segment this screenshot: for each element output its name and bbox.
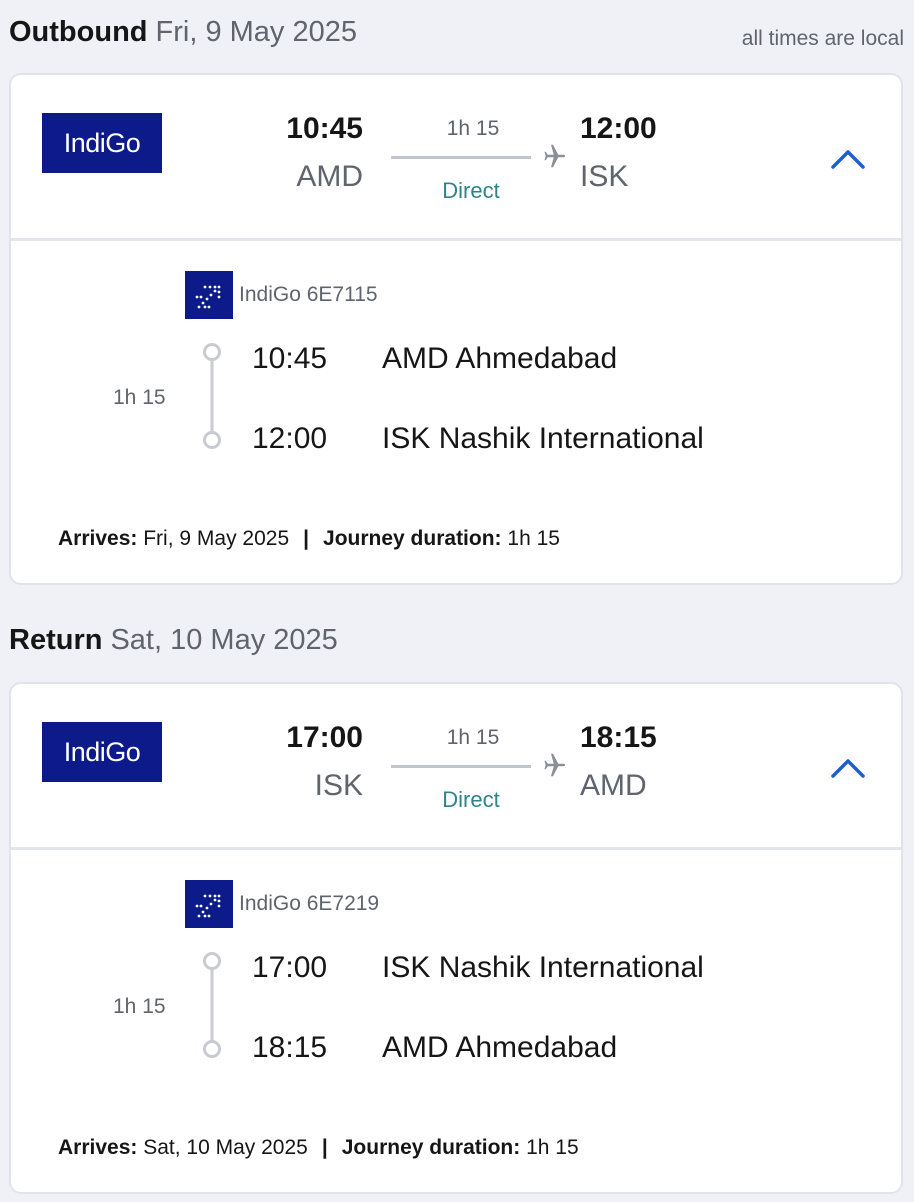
- arrival-code: ISK: [580, 160, 629, 193]
- return-title: Return Sat, 10 May 2025: [9, 622, 338, 658]
- departure-time: 17:00: [286, 721, 363, 754]
- outbound-label: Outbound: [9, 16, 148, 48]
- segment-duration: 1h 15: [113, 386, 166, 409]
- return-label: Return: [9, 624, 103, 656]
- segment-departure-time: 17:00: [252, 951, 328, 984]
- chevron-up-icon[interactable]: [823, 744, 873, 794]
- route-line: [391, 765, 531, 768]
- segment-departure-place: AMD Ahmedabad: [382, 342, 618, 375]
- stops-direct: Direct: [442, 178, 500, 203]
- journey-duration-value: 1h 15: [507, 527, 560, 550]
- return-date: Sat, 10 May 2025: [110, 624, 338, 656]
- return-summary[interactable]: IndiGo 17:00 ISK 1h 15 Direct 18:15 AMD: [11, 684, 901, 850]
- stops-direct: Direct: [442, 787, 500, 812]
- segment-departure-time: 10:45: [252, 342, 328, 375]
- arrival-time: 12:00: [580, 112, 657, 145]
- indigo-tail-logo: [185, 880, 233, 928]
- route-line: [391, 156, 531, 159]
- segment-arrival-place: AMD Ahmedabad: [382, 1031, 618, 1064]
- journey-duration-label: Journey duration:: [341, 1136, 521, 1159]
- outbound-summary[interactable]: IndiGo 10:45 AMD 1h 15 Direct 12:00 ISK: [11, 75, 901, 241]
- indigo-logo: IndiGo: [42, 722, 162, 782]
- flight-duration: 1h 15: [446, 117, 500, 140]
- journey-summary: Arrives: Sat, 10 May 2025 | Journey durati…: [58, 1133, 579, 1163]
- return-flight-card: IndiGo 17:00 ISK 1h 15 Direct 18:15 AMD …: [9, 682, 903, 1194]
- departure-code: ISK: [314, 769, 363, 802]
- outbound-title: Outbound Fri, 9 May 2025: [9, 14, 357, 50]
- segment-departure-place: ISK Nashik International: [382, 951, 704, 984]
- journey-summary: Arrives: Fri, 9 May 2025 | Journey duratio…: [58, 524, 560, 554]
- departure-time: 10:45: [286, 112, 363, 145]
- return-header: Return Sat, 10 May 2025: [9, 622, 904, 662]
- separator: |: [321, 1136, 328, 1159]
- segment-arrival-time: 18:15: [252, 1031, 328, 1064]
- segment-arrival-place: ISK Nashik International: [382, 422, 704, 455]
- arrives-label: Arrives:: [58, 527, 138, 550]
- airplane-icon: [544, 144, 566, 168]
- indigo-tail-logo: [185, 271, 233, 319]
- segment-arrival-time: 12:00: [252, 422, 328, 455]
- flight-number: IndiGo 6E7115: [239, 283, 378, 306]
- arrival-time: 18:15: [580, 721, 657, 754]
- arrives-value: Fri, 9 May 2025: [143, 527, 290, 550]
- timeline-icon: [203, 343, 221, 449]
- timeline-icon: [203, 952, 221, 1058]
- separator: |: [303, 527, 310, 550]
- arrives-value: Sat, 10 May 2025: [143, 1136, 308, 1159]
- flight-duration: 1h 15: [446, 726, 500, 749]
- journey-duration-label: Journey duration:: [323, 527, 502, 550]
- outbound-header: Outbound Fri, 9 May 2025 all times are lo…: [9, 14, 904, 54]
- outbound-date: Fri, 9 May 2025: [155, 16, 357, 48]
- segment-duration: 1h 15: [113, 995, 166, 1018]
- airplane-icon: [544, 753, 566, 777]
- local-times-note: all times are local: [741, 27, 904, 50]
- indigo-logo: IndiGo: [42, 113, 162, 173]
- arrival-code: AMD: [580, 769, 647, 802]
- arrives-label: Arrives:: [58, 1136, 138, 1159]
- departure-code: AMD: [296, 160, 363, 193]
- journey-duration-value: 1h 15: [526, 1136, 579, 1159]
- chevron-up-icon[interactable]: [823, 135, 873, 185]
- outbound-flight-card: IndiGo 10:45 AMD 1h 15 Direct 12:00 ISK …: [9, 73, 903, 585]
- flight-number: IndiGo 6E7219: [239, 892, 380, 915]
